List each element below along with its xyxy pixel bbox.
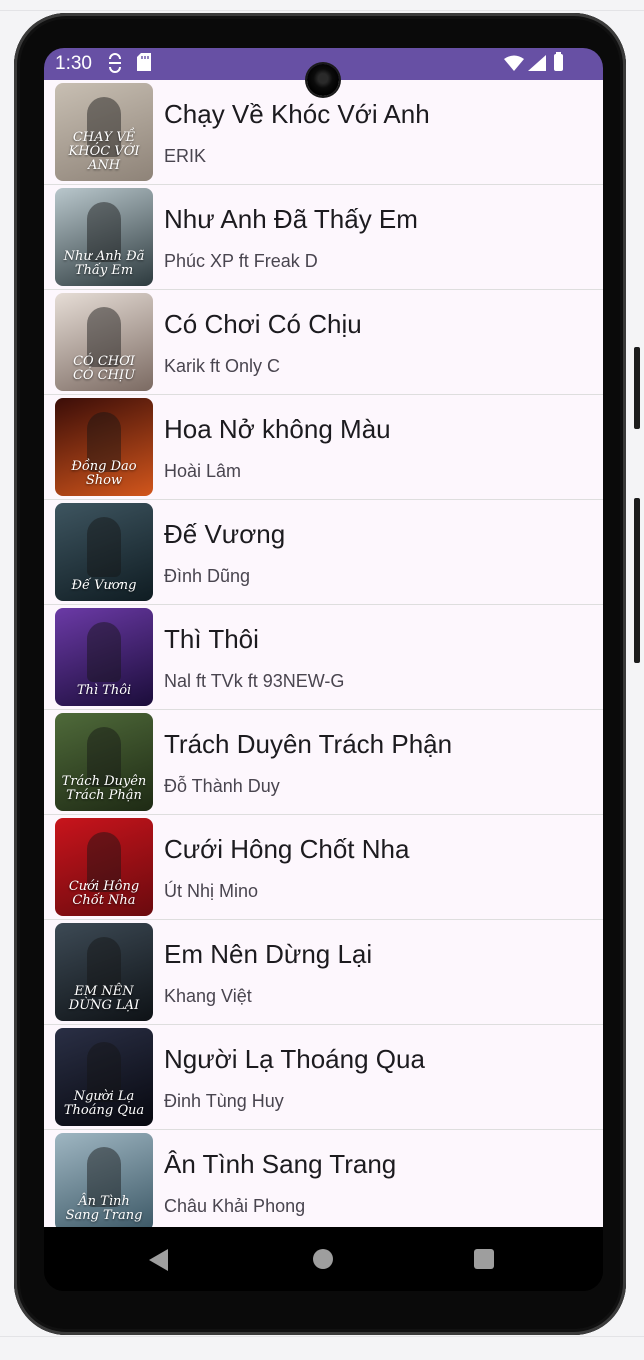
song-item[interactable]: Trách Duyên Trách Phận Trách Duyên Trách …: [44, 710, 603, 815]
song-item[interactable]: EM NÊN DỪNG LẠI Em Nên Dừng Lại Khang Việt: [44, 920, 603, 1025]
album-art-text: CÓ CHƠI CÓ CHỊU: [72, 354, 136, 383]
song-title: Em Nên Dừng Lại: [164, 939, 373, 969]
front-camera: [307, 64, 339, 96]
song-item[interactable]: Ân Tình Sang Trang Ân Tình Sang Trang Châu…: [44, 1130, 603, 1227]
song-artist: ERIK: [164, 146, 207, 166]
song-item[interactable]: Thì Thôi Thì Thôi Nal ft TVk ft 93NEW-G: [44, 605, 603, 710]
bottom-divider: [0, 1336, 644, 1337]
song-title: Hoa Nở không Màu: [164, 414, 391, 444]
top-divider: [0, 10, 644, 11]
sd-card-icon: [137, 53, 151, 78]
song-title: Đế Vương: [164, 519, 286, 549]
song-title: Ân Tình Sang Trang: [164, 1149, 397, 1179]
volume-rocker: [634, 498, 640, 663]
song-item[interactable]: Cưới Hông Chốt Nha Cưới Hông Chốt Nha Út N…: [44, 815, 603, 920]
album-art-thumbnail: Người Lạ Thoáng Qua: [55, 1028, 153, 1126]
song-item[interactable]: CÓ CHƠI CÓ CHỊU Có Chơi Có Chịu Karik ft O…: [44, 290, 603, 395]
device-screen: 1:30 CHẠY VỀ KHÓC VỚI ANH Chạy Về Khóc Vớ…: [44, 48, 603, 1291]
album-art-thumbnail: Trách Duyên Trách Phận: [55, 713, 153, 811]
song-title: Trách Duyên Trách Phận: [164, 729, 453, 759]
song-artist: Hoài Lâm: [164, 461, 242, 481]
status-time: 1:30: [55, 53, 92, 74]
album-art-text: Ân Tình Sang Trang: [65, 1194, 143, 1223]
album-art-thumbnail: CÓ CHƠI CÓ CHỊU: [55, 293, 153, 391]
album-art-text: Đế Vương: [71, 578, 137, 593]
album-art-thumbnail: EM NÊN DỪNG LẠI: [55, 923, 153, 1021]
battery-icon: [554, 52, 563, 71]
album-art-text: Như Anh Đã Thấy Em: [63, 249, 145, 278]
cell-signal-icon: [528, 55, 546, 76]
album-art-text: CHẠY VỀ KHÓC VỚI ANH: [68, 130, 140, 173]
song-list[interactable]: CHẠY VỀ KHÓC VỚI ANH Chạy Về Khóc Với Anh…: [44, 80, 603, 1227]
song-title: Có Chơi Có Chịu: [164, 309, 362, 339]
song-artist: Karik ft Only C: [164, 356, 281, 376]
song-item[interactable]: Đế Vương Đế Vương Đình Dũng: [44, 500, 603, 605]
song-artist: Khang Việt: [164, 986, 252, 1006]
power-button: [634, 347, 640, 429]
album-art-thumbnail: Đồng Dao Show: [55, 398, 153, 496]
song-artist: Phúc XP ft Freak D: [164, 251, 318, 271]
song-artist: Út Nhị Mino: [164, 881, 259, 901]
song-artist: Đình Dũng: [164, 566, 251, 586]
album-art-text: Cưới Hông Chốt Nha: [68, 879, 140, 908]
album-art-text: Đồng Dao Show: [71, 459, 137, 488]
album-art-text: Trách Duyên Trách Phận: [61, 774, 147, 803]
album-art-thumbnail: CHẠY VỀ KHÓC VỚI ANH: [55, 83, 153, 181]
song-title: Người Lạ Thoáng Qua: [164, 1044, 425, 1074]
album-art-thumbnail: Như Anh Đã Thấy Em: [55, 188, 153, 286]
home-icon[interactable]: [313, 1249, 333, 1269]
back-icon[interactable]: [149, 1249, 168, 1271]
song-item[interactable]: Như Anh Đã Thấy Em Như Anh Đã Thấy Em Phúc…: [44, 185, 603, 290]
song-artist: Đinh Tùng Huy: [164, 1091, 284, 1111]
song-artist: Châu Khải Phong: [164, 1196, 306, 1216]
album-art-text: Thì Thôi: [76, 683, 132, 698]
album-art-thumbnail: Đế Vương: [55, 503, 153, 601]
song-artist: Nal ft TVk ft 93NEW-G: [164, 671, 345, 691]
album-art-thumbnail: Ân Tình Sang Trang: [55, 1133, 153, 1227]
song-title: Cưới Hông Chốt Nha: [164, 834, 410, 864]
song-title: Chạy Về Khóc Với Anh: [164, 99, 430, 129]
album-art-text: Người Lạ Thoáng Qua: [63, 1089, 145, 1118]
artist-silhouette: [87, 622, 121, 682]
wifi-icon: [504, 55, 524, 76]
sync-icon: [107, 53, 123, 80]
song-artist: Đỗ Thành Duy: [164, 776, 280, 796]
album-art-thumbnail: Thì Thôi: [55, 608, 153, 706]
song-item[interactable]: Đồng Dao Show Hoa Nở không Màu Hoài Lâm: [44, 395, 603, 500]
song-title: Thì Thôi: [164, 624, 259, 654]
artist-silhouette: [87, 517, 121, 577]
album-art-text: EM NÊN DỪNG LẠI: [68, 984, 140, 1013]
song-title: Như Anh Đã Thấy Em: [164, 204, 418, 234]
album-art-thumbnail: Cưới Hông Chốt Nha: [55, 818, 153, 916]
song-item[interactable]: Người Lạ Thoáng Qua Người Lạ Thoáng Qua Đi…: [44, 1025, 603, 1130]
navigation-bar: [44, 1227, 603, 1291]
recents-icon[interactable]: [474, 1249, 494, 1269]
